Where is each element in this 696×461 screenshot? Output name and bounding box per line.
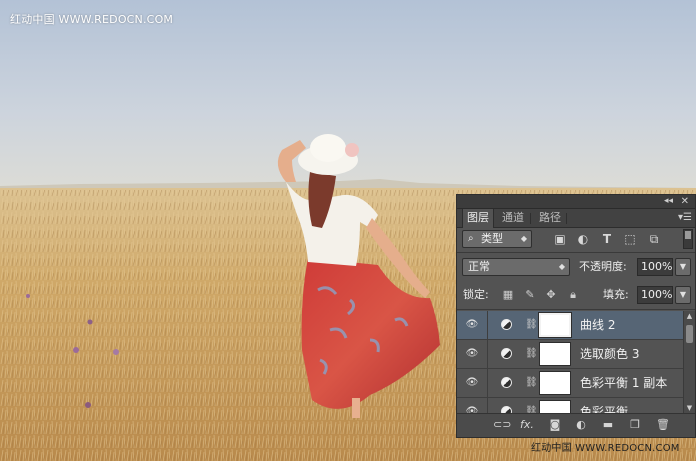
eye-icon[interactable]: 👁︎ xyxy=(465,319,479,331)
new-group-icon[interactable]: ▬ xyxy=(600,418,616,432)
lock-brush-icon[interactable]: ✎ xyxy=(523,288,537,302)
layer-list-scrollbar[interactable]: ▲ ▼ xyxy=(683,311,695,413)
tab-separator xyxy=(530,213,531,224)
layer-name[interactable]: 色彩平衡 1 副本 xyxy=(580,369,667,398)
layer-name[interactable]: 色彩平衡 xyxy=(580,398,628,413)
new-adjustment-icon[interactable]: ◐ xyxy=(573,418,589,432)
lock-all-icon[interactable]: 🔒︎ xyxy=(566,288,580,302)
add-mask-icon[interactable]: ◙ xyxy=(547,418,563,432)
divider xyxy=(457,252,695,253)
layer-mask-thumbnail[interactable] xyxy=(539,342,571,366)
tab-separator xyxy=(566,213,567,224)
lock-label: 锁定: xyxy=(463,288,489,301)
chevron-updown-icon: ◆ xyxy=(520,234,527,243)
layer-mask-thumbnail[interactable] xyxy=(539,400,571,413)
link-layers-icon[interactable]: ⊂⊃ xyxy=(493,418,511,432)
chevron-updown-icon: ◆ xyxy=(558,262,565,271)
layer-row-color-balance-1-copy[interactable]: 👁︎ ⛓ 色彩平衡 1 副本 xyxy=(457,369,683,398)
link-chain-icon[interactable]: ⛓ xyxy=(525,318,538,332)
panel-title-bar: ◂◂ ✕ xyxy=(457,195,695,209)
panel-tabs: 图层 通道 路径 ▾☰ xyxy=(457,209,695,228)
blend-mode-value: 正常 xyxy=(468,260,490,273)
blend-mode-dropdown[interactable]: 正常 ◆ xyxy=(462,258,570,276)
filter-type-label: 类型 xyxy=(481,232,503,245)
eye-icon[interactable]: 👁︎ xyxy=(465,377,479,389)
collapse-icon[interactable]: ◂◂ xyxy=(664,195,673,208)
column-divider xyxy=(487,398,488,413)
scroll-thumb[interactable] xyxy=(686,325,693,343)
lock-move-icon[interactable]: ✥ xyxy=(544,288,558,302)
link-chain-icon[interactable]: ⛓ xyxy=(525,347,538,361)
link-chain-icon[interactable]: ⛓ xyxy=(525,405,538,413)
column-divider xyxy=(487,311,488,340)
adjustment-filter-icon[interactable]: ◐ xyxy=(576,232,590,246)
adjustment-layer-icon[interactable] xyxy=(501,377,512,388)
layer-name[interactable]: 选取颜色 3 xyxy=(580,340,639,369)
layer-row-color-balance[interactable]: 👁︎ ⛓ 色彩平衡 xyxy=(457,398,683,413)
layer-mask-thumbnail[interactable] xyxy=(538,312,572,338)
fill-label: 填充: xyxy=(603,288,629,301)
watermark-top: 红动中国 WWW.REDOCN.COM xyxy=(10,13,174,26)
eye-icon[interactable]: 👁︎ xyxy=(465,348,479,360)
close-icon[interactable]: ✕ xyxy=(681,195,689,208)
layers-panel: ◂◂ ✕ 图层 通道 路径 ▾☰ ⌕ 类型 ◆ ▣ ◐ T ⬚ ⧉ 正常 ◆ 不… xyxy=(456,194,696,438)
adjustment-layer-icon[interactable] xyxy=(501,319,512,330)
layer-mask-thumbnail[interactable] xyxy=(539,371,571,395)
shape-filter-icon[interactable]: ⬚ xyxy=(623,232,637,246)
lock-transparency-icon[interactable]: ▦ xyxy=(501,288,515,302)
adjustment-layer-icon[interactable] xyxy=(501,406,512,413)
filter-toggle[interactable] xyxy=(683,229,693,249)
column-divider xyxy=(487,340,488,369)
text-filter-icon[interactable]: T xyxy=(600,232,614,246)
scroll-up-icon[interactable]: ▲ xyxy=(684,311,695,321)
panel-footer: ⊂⊃ fx. ◙ ◐ ▬ ❐ 🗑︎ xyxy=(457,413,695,437)
layer-name[interactable]: 曲线 2 xyxy=(580,311,615,340)
smart-object-filter-icon[interactable]: ⧉ xyxy=(647,232,661,246)
image-filter-icon[interactable]: ▣ xyxy=(553,232,567,246)
divider xyxy=(457,309,695,310)
tab-channels[interactable]: 通道 xyxy=(498,209,528,227)
column-divider xyxy=(487,369,488,398)
fill-input[interactable]: 100% xyxy=(637,286,673,304)
fill-dropdown[interactable]: ▼ xyxy=(675,286,691,304)
adjustment-layer-icon[interactable] xyxy=(501,348,512,359)
opacity-input[interactable]: 100% xyxy=(637,258,673,276)
tab-paths[interactable]: 路径 xyxy=(535,209,565,227)
scroll-down-icon[interactable]: ▼ xyxy=(684,403,695,413)
trash-icon[interactable]: 🗑︎ xyxy=(655,418,671,432)
fx-icon[interactable]: fx. xyxy=(519,418,535,432)
panel-menu-icon[interactable]: ▾☰ xyxy=(678,213,692,223)
eye-icon[interactable]: 👁︎ xyxy=(465,406,479,413)
watermark-bottom: 红动中国 WWW.REDOCN.COM xyxy=(531,443,680,454)
layer-list: 👁︎ ⛓ 曲线 2 👁︎ ⛓ 选取颜色 3 👁︎ ⛓ 色彩平衡 1 副本 👁︎ xyxy=(457,311,683,413)
opacity-label: 不透明度: xyxy=(579,260,627,273)
tab-layers[interactable]: 图层 xyxy=(462,209,494,228)
layer-row-curves-2[interactable]: 👁︎ ⛓ 曲线 2 xyxy=(457,311,683,340)
search-icon: ⌕ xyxy=(468,233,474,244)
layer-row-selective-color-3[interactable]: 👁︎ ⛓ 选取颜色 3 xyxy=(457,340,683,369)
link-chain-icon[interactable]: ⛓ xyxy=(525,376,538,390)
filter-type-dropdown[interactable]: ⌕ 类型 ◆ xyxy=(462,230,532,248)
opacity-dropdown[interactable]: ▼ xyxy=(675,258,691,276)
new-layer-icon[interactable]: ❐ xyxy=(627,418,643,432)
